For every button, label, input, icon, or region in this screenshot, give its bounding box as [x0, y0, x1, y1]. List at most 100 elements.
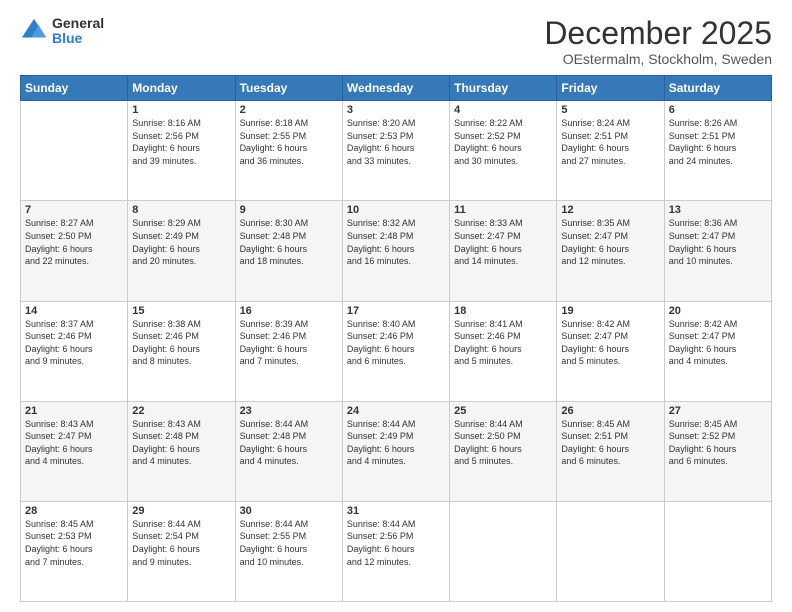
calendar-cell — [450, 501, 557, 601]
day-number: 27 — [669, 405, 767, 417]
calendar-cell: 1Sunrise: 8:16 AM Sunset: 2:56 PM Daylig… — [128, 101, 235, 201]
day-info: Sunrise: 8:44 AM Sunset: 2:48 PM Dayligh… — [240, 418, 338, 468]
day-info: Sunrise: 8:45 AM Sunset: 2:52 PM Dayligh… — [669, 418, 767, 468]
day-number: 17 — [347, 305, 445, 317]
calendar-cell: 29Sunrise: 8:44 AM Sunset: 2:54 PM Dayli… — [128, 501, 235, 601]
day-number: 19 — [561, 305, 659, 317]
calendar-header-row: Sunday Monday Tuesday Wednesday Thursday… — [21, 76, 772, 101]
calendar-cell: 22Sunrise: 8:43 AM Sunset: 2:48 PM Dayli… — [128, 401, 235, 501]
day-info: Sunrise: 8:38 AM Sunset: 2:46 PM Dayligh… — [132, 318, 230, 368]
day-number: 4 — [454, 104, 552, 116]
calendar-cell: 2Sunrise: 8:18 AM Sunset: 2:55 PM Daylig… — [235, 101, 342, 201]
day-number: 6 — [669, 104, 767, 116]
day-number: 16 — [240, 305, 338, 317]
day-info: Sunrise: 8:30 AM Sunset: 2:48 PM Dayligh… — [240, 217, 338, 267]
day-info: Sunrise: 8:22 AM Sunset: 2:52 PM Dayligh… — [454, 117, 552, 167]
day-number: 29 — [132, 505, 230, 517]
day-info: Sunrise: 8:40 AM Sunset: 2:46 PM Dayligh… — [347, 318, 445, 368]
logo-text: General Blue — [52, 16, 104, 47]
calendar-cell: 24Sunrise: 8:44 AM Sunset: 2:49 PM Dayli… — [342, 401, 449, 501]
day-info: Sunrise: 8:27 AM Sunset: 2:50 PM Dayligh… — [25, 217, 123, 267]
calendar-cell — [557, 501, 664, 601]
calendar-cell: 5Sunrise: 8:24 AM Sunset: 2:51 PM Daylig… — [557, 101, 664, 201]
day-number: 1 — [132, 104, 230, 116]
day-number: 2 — [240, 104, 338, 116]
calendar-cell: 28Sunrise: 8:45 AM Sunset: 2:53 PM Dayli… — [21, 501, 128, 601]
calendar-cell: 18Sunrise: 8:41 AM Sunset: 2:46 PM Dayli… — [450, 301, 557, 401]
calendar-cell: 8Sunrise: 8:29 AM Sunset: 2:49 PM Daylig… — [128, 201, 235, 301]
day-number: 22 — [132, 405, 230, 417]
day-number: 15 — [132, 305, 230, 317]
day-number: 28 — [25, 505, 123, 517]
page: General Blue December 2025 OEstermalm, S… — [0, 0, 792, 612]
logo-blue-text: Blue — [52, 31, 104, 46]
day-number: 9 — [240, 204, 338, 216]
day-number: 8 — [132, 204, 230, 216]
calendar-cell: 4Sunrise: 8:22 AM Sunset: 2:52 PM Daylig… — [450, 101, 557, 201]
calendar-cell: 14Sunrise: 8:37 AM Sunset: 2:46 PM Dayli… — [21, 301, 128, 401]
day-info: Sunrise: 8:33 AM Sunset: 2:47 PM Dayligh… — [454, 217, 552, 267]
calendar-cell — [21, 101, 128, 201]
calendar-cell: 16Sunrise: 8:39 AM Sunset: 2:46 PM Dayli… — [235, 301, 342, 401]
day-number: 11 — [454, 204, 552, 216]
calendar-week-row-4: 21Sunrise: 8:43 AM Sunset: 2:47 PM Dayli… — [21, 401, 772, 501]
day-info: Sunrise: 8:45 AM Sunset: 2:51 PM Dayligh… — [561, 418, 659, 468]
day-number: 23 — [240, 405, 338, 417]
calendar-cell: 21Sunrise: 8:43 AM Sunset: 2:47 PM Dayli… — [21, 401, 128, 501]
calendar-cell: 30Sunrise: 8:44 AM Sunset: 2:55 PM Dayli… — [235, 501, 342, 601]
day-number: 13 — [669, 204, 767, 216]
day-info: Sunrise: 8:29 AM Sunset: 2:49 PM Dayligh… — [132, 217, 230, 267]
day-number: 14 — [25, 305, 123, 317]
day-number: 20 — [669, 305, 767, 317]
th-saturday: Saturday — [664, 76, 771, 101]
calendar-cell: 13Sunrise: 8:36 AM Sunset: 2:47 PM Dayli… — [664, 201, 771, 301]
day-info: Sunrise: 8:44 AM Sunset: 2:49 PM Dayligh… — [347, 418, 445, 468]
th-thursday: Thursday — [450, 76, 557, 101]
day-number: 21 — [25, 405, 123, 417]
day-info: Sunrise: 8:41 AM Sunset: 2:46 PM Dayligh… — [454, 318, 552, 368]
title-block: December 2025 OEstermalm, Stockholm, Swe… — [544, 16, 772, 67]
day-info: Sunrise: 8:44 AM Sunset: 2:50 PM Dayligh… — [454, 418, 552, 468]
calendar-cell: 3Sunrise: 8:20 AM Sunset: 2:53 PM Daylig… — [342, 101, 449, 201]
day-number: 12 — [561, 204, 659, 216]
calendar-cell: 9Sunrise: 8:30 AM Sunset: 2:48 PM Daylig… — [235, 201, 342, 301]
day-info: Sunrise: 8:42 AM Sunset: 2:47 PM Dayligh… — [669, 318, 767, 368]
day-info: Sunrise: 8:44 AM Sunset: 2:54 PM Dayligh… — [132, 518, 230, 568]
day-info: Sunrise: 8:36 AM Sunset: 2:47 PM Dayligh… — [669, 217, 767, 267]
calendar-cell: 31Sunrise: 8:44 AM Sunset: 2:56 PM Dayli… — [342, 501, 449, 601]
day-info: Sunrise: 8:43 AM Sunset: 2:48 PM Dayligh… — [132, 418, 230, 468]
calendar-week-row-1: 1Sunrise: 8:16 AM Sunset: 2:56 PM Daylig… — [21, 101, 772, 201]
day-number: 5 — [561, 104, 659, 116]
calendar-cell: 11Sunrise: 8:33 AM Sunset: 2:47 PM Dayli… — [450, 201, 557, 301]
day-info: Sunrise: 8:45 AM Sunset: 2:53 PM Dayligh… — [25, 518, 123, 568]
day-number: 3 — [347, 104, 445, 116]
calendar-cell: 23Sunrise: 8:44 AM Sunset: 2:48 PM Dayli… — [235, 401, 342, 501]
day-info: Sunrise: 8:16 AM Sunset: 2:56 PM Dayligh… — [132, 117, 230, 167]
calendar-cell: 27Sunrise: 8:45 AM Sunset: 2:52 PM Dayli… — [664, 401, 771, 501]
day-number: 18 — [454, 305, 552, 317]
th-monday: Monday — [128, 76, 235, 101]
calendar-cell: 19Sunrise: 8:42 AM Sunset: 2:47 PM Dayli… — [557, 301, 664, 401]
day-info: Sunrise: 8:37 AM Sunset: 2:46 PM Dayligh… — [25, 318, 123, 368]
th-wednesday: Wednesday — [342, 76, 449, 101]
day-number: 24 — [347, 405, 445, 417]
day-info: Sunrise: 8:20 AM Sunset: 2:53 PM Dayligh… — [347, 117, 445, 167]
day-info: Sunrise: 8:43 AM Sunset: 2:47 PM Dayligh… — [25, 418, 123, 468]
calendar-cell: 12Sunrise: 8:35 AM Sunset: 2:47 PM Dayli… — [557, 201, 664, 301]
day-info: Sunrise: 8:35 AM Sunset: 2:47 PM Dayligh… — [561, 217, 659, 267]
calendar-week-row-2: 7Sunrise: 8:27 AM Sunset: 2:50 PM Daylig… — [21, 201, 772, 301]
calendar-cell: 6Sunrise: 8:26 AM Sunset: 2:51 PM Daylig… — [664, 101, 771, 201]
calendar-cell: 15Sunrise: 8:38 AM Sunset: 2:46 PM Dayli… — [128, 301, 235, 401]
calendar-cell — [664, 501, 771, 601]
calendar-cell: 26Sunrise: 8:45 AM Sunset: 2:51 PM Dayli… — [557, 401, 664, 501]
day-info: Sunrise: 8:32 AM Sunset: 2:48 PM Dayligh… — [347, 217, 445, 267]
day-info: Sunrise: 8:18 AM Sunset: 2:55 PM Dayligh… — [240, 117, 338, 167]
day-number: 10 — [347, 204, 445, 216]
logo-general-text: General — [52, 16, 104, 31]
day-info: Sunrise: 8:39 AM Sunset: 2:46 PM Dayligh… — [240, 318, 338, 368]
th-tuesday: Tuesday — [235, 76, 342, 101]
subtitle: OEstermalm, Stockholm, Sweden — [544, 51, 772, 67]
day-number: 7 — [25, 204, 123, 216]
logo: General Blue — [20, 16, 104, 47]
day-info: Sunrise: 8:26 AM Sunset: 2:51 PM Dayligh… — [669, 117, 767, 167]
